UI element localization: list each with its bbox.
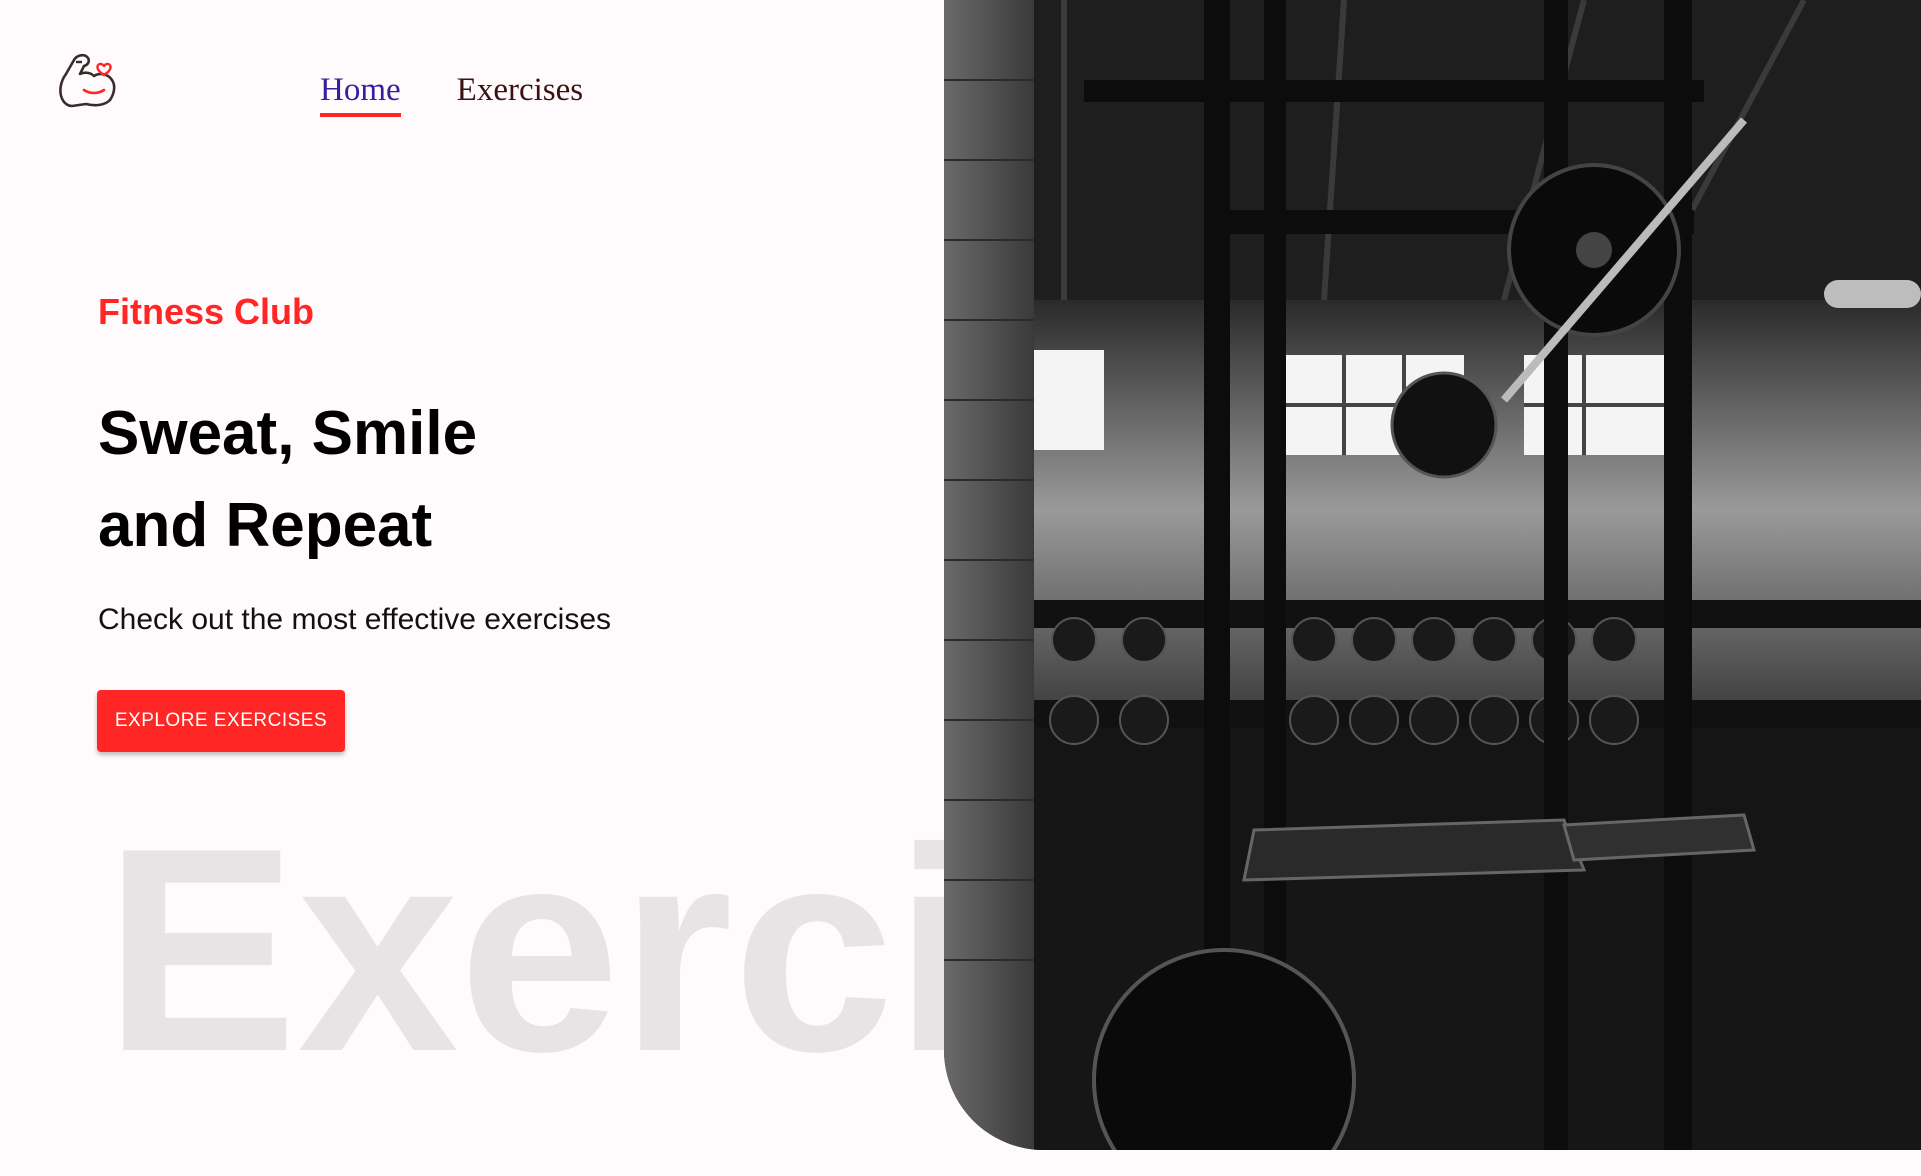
hero-headline: Sweat, Smile and Repeat <box>98 388 738 572</box>
nav-home-link[interactable]: Home <box>320 72 401 117</box>
hero-subtitle: Check out the most effective exercises <box>98 603 612 636</box>
headline-line-2: and Repeat <box>98 491 433 560</box>
logo-icon[interactable] <box>54 44 124 114</box>
nav-exercises-link[interactable]: Exercises <box>457 72 583 117</box>
page: Home Exercises Exercise Fitness Club Swe… <box>0 0 1921 1176</box>
hero-eyebrow: Fitness Club <box>98 291 315 332</box>
explore-exercises-button[interactable]: EXPLORE EXERCISES <box>97 690 345 752</box>
headline-line-1: Sweat, Smile <box>98 399 478 468</box>
main-nav: Home Exercises <box>320 72 583 117</box>
gym-hero-image <box>944 0 1921 1150</box>
